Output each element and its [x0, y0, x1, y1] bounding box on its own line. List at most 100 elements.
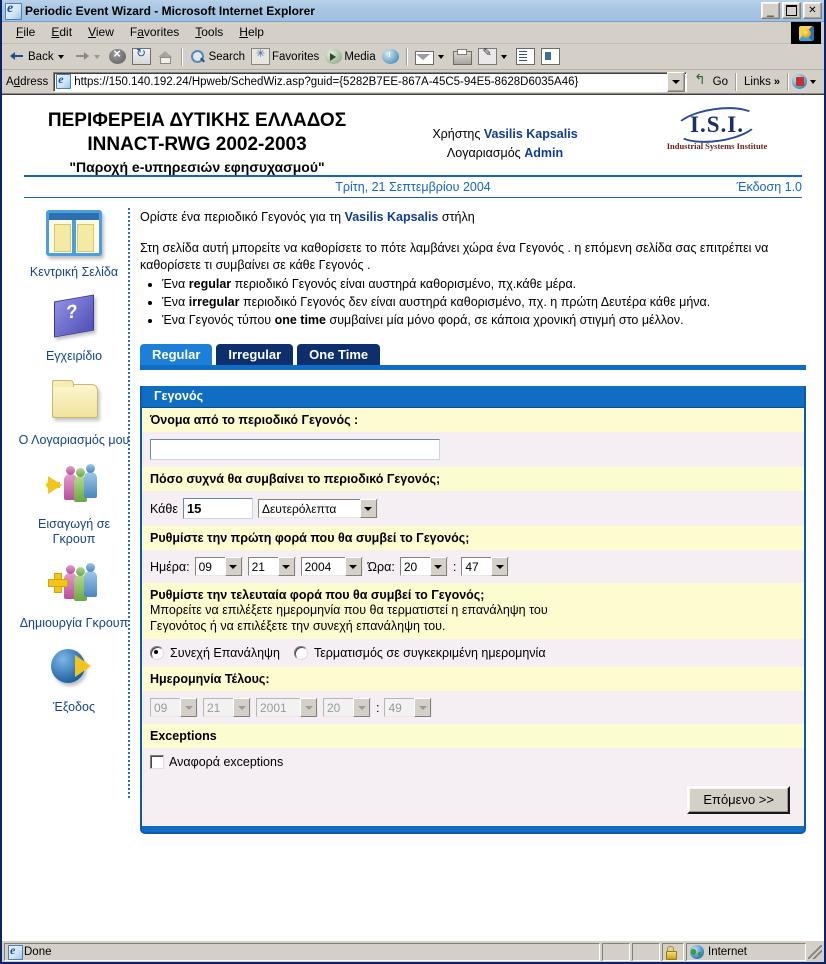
- panel-footer: [140, 826, 806, 834]
- back-dropdown-icon[interactable]: [57, 54, 64, 59]
- print-button[interactable]: [450, 46, 475, 68]
- brand-line-3: "Παροχή e-υπηρεσιών εφησυχασμού": [69, 159, 325, 175]
- menu-item-view[interactable]: View: [80, 23, 122, 42]
- intro-user: Vasilis Kapsalis: [344, 210, 439, 224]
- menu-item-file[interactable]: FFileile: [8, 23, 43, 42]
- end-month-select[interactable]: 09: [150, 698, 198, 717]
- start-year-select[interactable]: 2004: [300, 557, 363, 576]
- radio-forever[interactable]: [150, 646, 164, 660]
- media-button[interactable]: Media: [322, 46, 378, 68]
- sidebar-item-manual[interactable]: Εγχειρίδιο: [18, 294, 130, 364]
- start-hour-select[interactable]: 20: [399, 557, 448, 576]
- bullet-list: Ένα regular περιοδικό Γεγονός είναι αυστ…: [140, 276, 806, 329]
- browser-window: Periodic Event Wizard - Microsoft Intern…: [0, 0, 826, 964]
- edit-dropdown-icon[interactable]: [500, 54, 507, 59]
- frequency-unit-select[interactable]: Δευτερόλεπτα: [257, 499, 378, 518]
- minimize-button[interactable]: _: [761, 2, 780, 19]
- edit-button[interactable]: [475, 46, 513, 68]
- sidebar-item-label: Έξοδος: [53, 700, 95, 714]
- header-subbar: Τρίτη, 21 Σεπτεμβρίου 2004 Έκδοση 1.0: [24, 177, 802, 198]
- address-dropdown-button[interactable]: [666, 71, 685, 92]
- globe-icon: [690, 944, 704, 959]
- join-group-icon: [44, 462, 104, 514]
- tab-regular[interactable]: Regular: [140, 344, 213, 365]
- page-viewport: ΠΕΡΙΦΕΡΕΙΑ ΔΥΤΙΚΗΣ ΕΛΛΑΔΟΣ INNACT-RWG 20…: [2, 94, 824, 940]
- maximize-button[interactable]: [782, 2, 801, 19]
- frequency-row: Κάθε Δευτερόλεπτα: [142, 491, 804, 526]
- address-url-text: https://150.140.192.24/Hpweb/SchedWiz.as…: [74, 75, 579, 88]
- status-message: Done: [24, 945, 52, 958]
- links-button[interactable]: Links »: [740, 76, 784, 88]
- end-hour-select[interactable]: 20: [323, 698, 371, 717]
- status-message-pane: Done: [4, 942, 600, 961]
- stop-button[interactable]: [106, 46, 129, 68]
- exceptions-checkbox[interactable]: [150, 755, 164, 769]
- favorites-button[interactable]: Favorites: [248, 46, 322, 68]
- frequency-label: Πόσο συχνά θα συμβαίνει το περιοδικό Γεγ…: [142, 467, 804, 491]
- end-day-value: 21: [207, 700, 221, 715]
- go-button[interactable]: Go: [690, 75, 732, 89]
- create-group-icon: [44, 561, 104, 613]
- menu-item-tools[interactable]: Tools: [187, 23, 231, 42]
- research-button[interactable]: [538, 46, 563, 68]
- event-form-panel: Γεγονός Όνομα από το περιοδικό Γεγονός :…: [140, 386, 806, 826]
- intro-suffix: στήλη: [438, 210, 475, 224]
- end-time-separator: :: [376, 700, 380, 715]
- address-input[interactable]: https://150.140.192.24/Hpweb/SchedWiz.as…: [53, 71, 687, 92]
- address-separator: [735, 72, 738, 91]
- frequency-input[interactable]: [182, 498, 253, 519]
- tab-irregular[interactable]: Irregular: [216, 344, 294, 365]
- discuss-button[interactable]: [513, 46, 538, 68]
- manual-book-icon: [44, 294, 104, 346]
- account-row: Λογαριασμός Admin: [390, 144, 620, 163]
- menu-item-favorites[interactable]: Favorites: [122, 23, 187, 42]
- acrobat-dropdown-icon[interactable]: [810, 79, 816, 84]
- end-day-select[interactable]: 21: [203, 698, 251, 717]
- acrobat-toolbar-button[interactable]: [792, 74, 821, 89]
- end-year-select[interactable]: 2001: [256, 698, 318, 717]
- start-month-select[interactable]: 09: [194, 557, 243, 576]
- favorites-star-icon: [251, 47, 271, 65]
- tab-one-time[interactable]: One Time: [297, 344, 381, 365]
- sidebar-item-create-group[interactable]: Δημιουργία Γκρουπ: [18, 561, 130, 631]
- end-year-value: 2001: [260, 700, 287, 715]
- sidebar-item-join-group[interactable]: Εισαγωγή σε Γκρουπ: [18, 462, 130, 547]
- chevron-down-icon: [359, 499, 377, 518]
- first-occurrence-label: Ρυθμίστε την πρώτη φορά που θα συμβεί το…: [142, 526, 804, 550]
- sidebar-item-home[interactable]: Κεντρική Σελίδα: [18, 210, 130, 280]
- exit-icon: [44, 645, 104, 697]
- forward-dropdown-icon[interactable]: [93, 54, 100, 59]
- close-button[interactable]: ✕: [803, 2, 822, 19]
- start-minute-select[interactable]: 47: [461, 557, 510, 576]
- mail-dropdown-icon[interactable]: [437, 54, 444, 59]
- search-button[interactable]: Search: [187, 46, 248, 68]
- menu-item-help[interactable]: Help: [231, 23, 272, 42]
- resize-grip[interactable]: [808, 944, 822, 959]
- bullet-post: περιοδικό Γεγονός είναι αυστηρά καθορισμ…: [231, 277, 577, 291]
- event-name-input[interactable]: [150, 439, 440, 460]
- back-arrow-icon: [9, 48, 26, 65]
- links-label: Links: [744, 75, 771, 88]
- menu-item-edit[interactable]: Edit: [43, 23, 80, 42]
- end-minute-value: 49: [388, 700, 402, 715]
- sidebar-item-exit[interactable]: Έξοδος: [18, 645, 130, 715]
- bullet-post: περιοδικό Γεγονός δεν είναι αυστηρά καθο…: [239, 295, 711, 309]
- zone-pane: Internet: [686, 942, 806, 961]
- radio-until-date[interactable]: [293, 646, 308, 660]
- end-minute-select[interactable]: 49: [384, 698, 433, 717]
- forward-button[interactable]: [70, 46, 106, 68]
- intro-line: Ορίστε ένα περιοδικό Γεγονός για τη Vasi…: [140, 208, 806, 226]
- chevron-down-icon: [277, 557, 295, 576]
- history-button[interactable]: [379, 46, 402, 68]
- next-button[interactable]: Επόμενο >>: [687, 786, 790, 814]
- window-title: Periodic Event Wizard - Microsoft Intern…: [25, 3, 315, 18]
- user-info: Χρήστης Vasilis Kapsalis Λογαριασμός Adm…: [390, 109, 620, 163]
- home-button[interactable]: [154, 46, 177, 68]
- sidebar-item-my-account[interactable]: Ο Λογαριασμός μου: [18, 378, 130, 448]
- mail-button[interactable]: [412, 46, 450, 68]
- refresh-button[interactable]: [129, 46, 154, 68]
- sidebar: Κεντρική Σελίδα Εγχειρίδιο Ο Λογαριασμός…: [2, 208, 130, 798]
- chevron-down-icon: [414, 698, 432, 717]
- start-day-select[interactable]: 21: [247, 557, 296, 576]
- back-button[interactable]: Back: [6, 46, 70, 68]
